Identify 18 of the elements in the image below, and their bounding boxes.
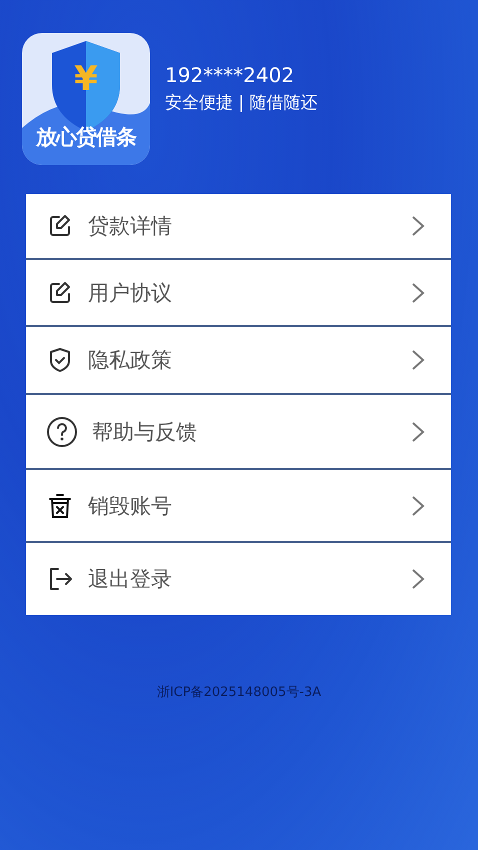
chevron-right-icon (411, 349, 425, 371)
menu-item[interactable]: 帮助与反馈 (26, 395, 451, 470)
menu-item[interactable]: 退出登录 (26, 543, 451, 615)
chevron-right-icon (411, 568, 425, 590)
icp-number: 浙ICP备2025148005号-3A (156, 685, 322, 700)
chevron-right-icon (411, 282, 425, 304)
menu-item[interactable]: 贷款详情 (26, 194, 451, 260)
trash-icon (46, 492, 74, 520)
phone-number: 192****2402 (165, 62, 296, 86)
app-logo: ¥ 放心贷借条 (22, 33, 150, 165)
slogan: 安全便捷 | 随借随还 (165, 92, 318, 114)
help-icon (46, 416, 78, 448)
menu-item[interactable]: 用户协议 (26, 260, 451, 327)
chevron-right-icon (411, 494, 425, 516)
chevron-right-icon (411, 215, 425, 237)
chevron-right-icon (411, 420, 425, 442)
menu-item[interactable]: 隐私政策 (26, 327, 451, 395)
menu-item[interactable]: 销毁账号 (26, 470, 451, 543)
